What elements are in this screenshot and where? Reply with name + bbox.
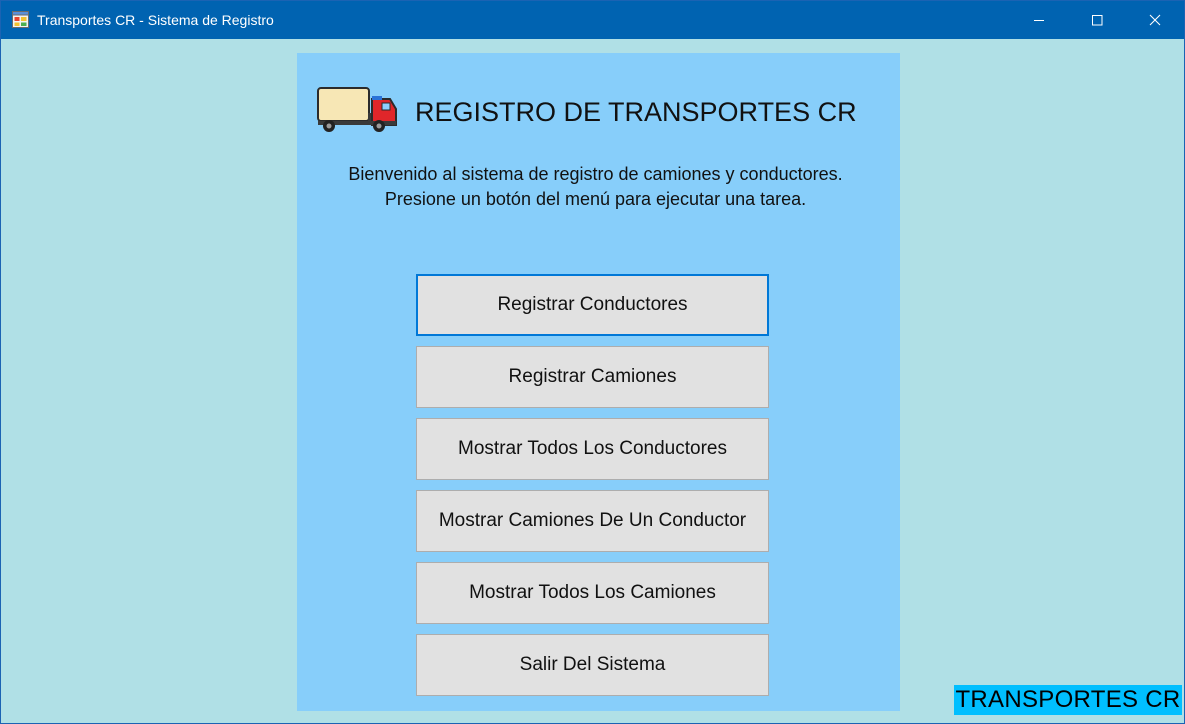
show-all-trucks-button[interactable]: Mostrar Todos Los Camiones [416, 562, 769, 624]
exit-system-button[interactable]: Salir Del Sistema [416, 634, 769, 696]
show-driver-trucks-button[interactable]: Mostrar Camiones De Un Conductor [416, 490, 769, 552]
maximize-icon [1092, 15, 1103, 26]
brand-label: TRANSPORTES CR [954, 685, 1182, 715]
main-panel: REGISTRO DE TRANSPORTES CR Bienvenido al… [297, 53, 900, 711]
main-window: Transportes CR - Sistema de Registro REG… [0, 0, 1185, 724]
welcome-line-2: Presione un botón del menú para ejecutar… [384, 189, 807, 209]
register-trucks-button[interactable]: Registrar Camiones [416, 346, 769, 408]
show-all-drivers-button[interactable]: Mostrar Todos Los Conductores [416, 418, 769, 480]
welcome-line-1: Bienvenido al sistema de registro de cam… [348, 164, 843, 184]
page-title: REGISTRO DE TRANSPORTES CR [415, 97, 857, 127]
close-icon [1149, 14, 1161, 26]
welcome-message: Bienvenido al sistema de registro de cam… [297, 162, 894, 212]
form-app-icon [12, 11, 29, 28]
minimize-button[interactable] [1010, 1, 1068, 39]
close-button[interactable] [1126, 1, 1184, 39]
truck-icon [317, 87, 397, 132]
title-bar[interactable]: Transportes CR - Sistema de Registro [1, 1, 1184, 39]
register-drivers-button[interactable]: Registrar Conductores [416, 274, 769, 336]
minimize-icon [1034, 20, 1044, 21]
maximize-button[interactable] [1068, 1, 1126, 39]
window-title: Transportes CR - Sistema de Registro [37, 12, 274, 28]
